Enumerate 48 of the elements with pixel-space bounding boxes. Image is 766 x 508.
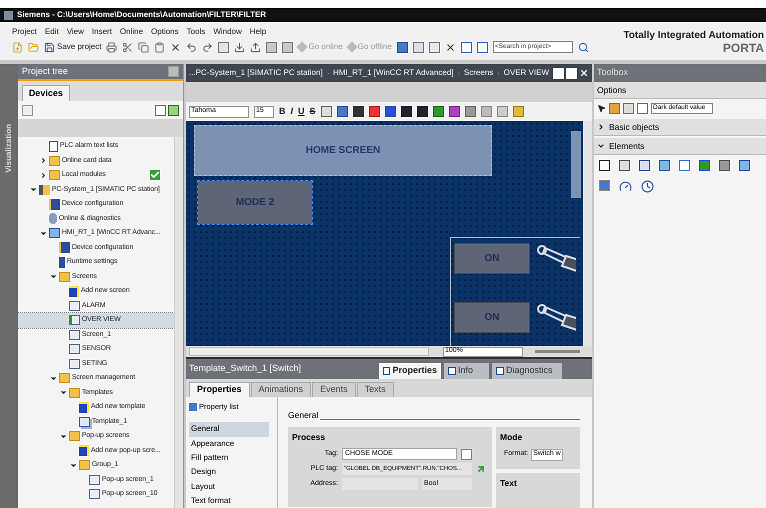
panel-tab[interactable]: Info	[444, 363, 489, 379]
menu-item[interactable]: View	[66, 26, 84, 38]
window-title: Siemens - C:\Users\Home\Documents\Automation\FILTER\FILTER	[17, 9, 266, 21]
panel-title: Toolbox	[597, 66, 628, 80]
menu-item[interactable]: Insert	[92, 26, 112, 38]
panel-tab[interactable]: Properties	[379, 363, 441, 379]
toolbox-section[interactable]: Elements	[594, 138, 766, 155]
side-tab[interactable]: Visualization	[0, 64, 18, 508]
property-nav-item[interactable]: General	[189, 422, 269, 437]
group-title: Process	[292, 430, 326, 444]
brand-subtitle: PORTA	[722, 42, 764, 54]
screen-canvas[interactable]: HOME SCREEN MODE 2 ON ON	[186, 121, 592, 346]
property-nav-item[interactable]: Design	[189, 465, 269, 480]
format-button[interactable]: B	[279, 104, 286, 118]
property-tab[interactable]: Texts	[356, 382, 394, 397]
menu-item[interactable]: Tools	[186, 26, 206, 38]
options-header: Options	[594, 82, 766, 99]
menu-item[interactable]: Options	[151, 26, 179, 38]
title-banner[interactable]: HOME SCREEN	[194, 125, 492, 176]
property-tab[interactable]: Properties	[189, 382, 250, 397]
breadcrumb-item[interactable]: OVER VIEW	[504, 67, 549, 79]
property-nav-item[interactable]: Layout	[189, 479, 269, 494]
inspector-title: Template_Switch_1 [Switch]	[189, 362, 302, 376]
toolbox-section[interactable]: Basic objects	[594, 119, 766, 136]
format-button[interactable]: I	[290, 104, 294, 118]
brand-title: Totally Integrated Automation	[623, 30, 764, 42]
breadcrumb-item[interactable]: HMI_RT_1 [WinCC RT Advanced]	[333, 67, 454, 79]
menu-item[interactable]: Window	[213, 26, 242, 38]
property-tab[interactable]: Events	[312, 382, 356, 397]
breadcrumb-item[interactable]: ...PC-System_1 [SIMATIC PC station]	[189, 67, 323, 79]
property-nav-item[interactable]: Appearance	[189, 436, 269, 451]
panel-title: Project tree	[22, 64, 68, 78]
section-title: General	[288, 409, 318, 422]
menu-item[interactable]: Online	[120, 26, 144, 38]
breadcrumb-item[interactable]: Screens	[464, 67, 494, 79]
property-nav-item[interactable]: Text format	[189, 494, 269, 508]
group-title: Text	[500, 476, 518, 490]
group-title: Mode	[500, 430, 524, 444]
property-nav-item[interactable]: Fill pattern	[189, 450, 269, 466]
panel-tab[interactable]: Diagnostics	[492, 363, 562, 379]
format-button[interactable]: S	[310, 104, 316, 118]
menu-item[interactable]: Project	[12, 26, 37, 38]
devices-tab[interactable]: Devices	[22, 85, 70, 101]
save-project-button[interactable]: Save project	[44, 41, 102, 53]
property-tab[interactable]: Animations	[250, 382, 312, 397]
menu-item[interactable]: Help	[250, 26, 266, 38]
menu-item[interactable]: Edit	[44, 26, 59, 38]
format-button[interactable]: U	[298, 104, 305, 118]
